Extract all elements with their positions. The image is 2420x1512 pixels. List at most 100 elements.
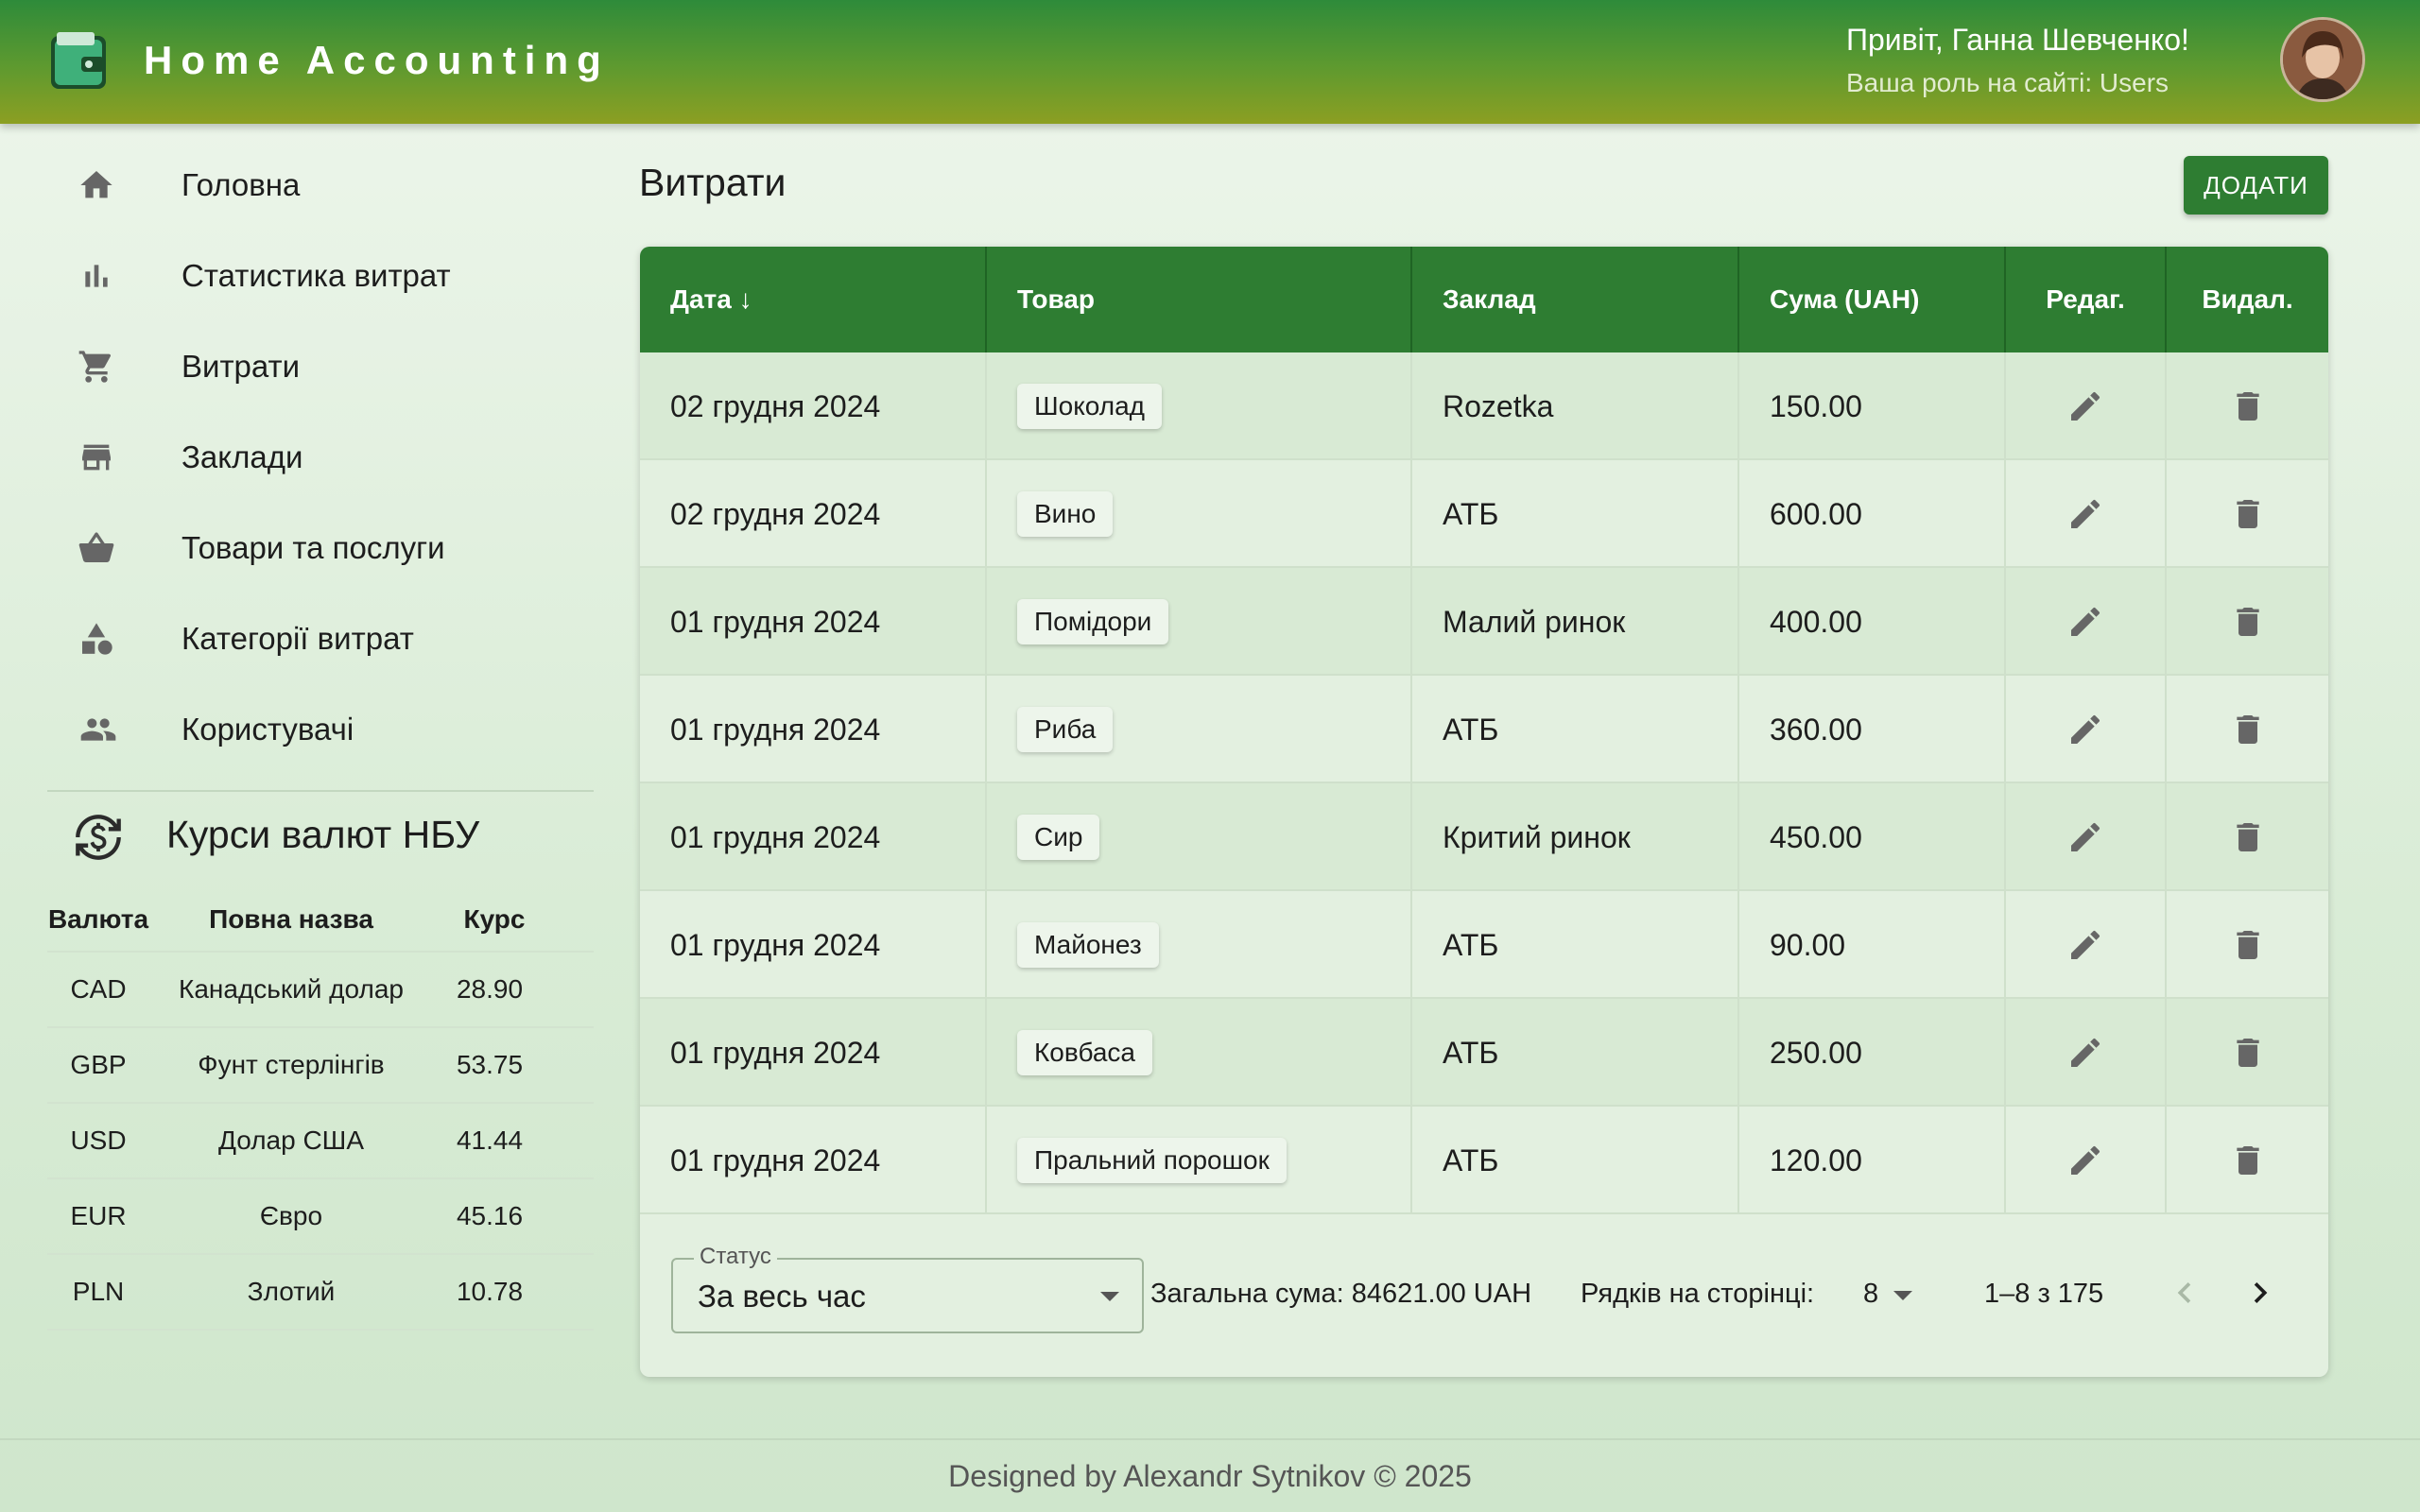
column-header-store[interactable]: Заклад xyxy=(1412,247,1739,352)
pencil-icon xyxy=(2071,391,2100,421)
cell-date: 02 грудня 2024 xyxy=(640,352,987,460)
trash-icon xyxy=(2236,931,2259,959)
item-chip[interactable]: Пральний порошок xyxy=(1017,1138,1287,1183)
sidebar-item-users[interactable]: Користувачі xyxy=(47,684,596,775)
previous-page-button[interactable] xyxy=(2164,1272,2205,1314)
add-button[interactable]: ДОДАТИ xyxy=(2184,156,2328,215)
cell-item: Помідори xyxy=(987,568,1412,676)
sidebar-item-label: Товари та послуги xyxy=(182,530,445,565)
dropdown-arrow-icon xyxy=(1100,1292,1119,1301)
rate-value: 53.75 xyxy=(456,1050,524,1079)
status-select[interactable]: Статус За весь час xyxy=(671,1244,1144,1333)
cell-date: 01 грудня 2024 xyxy=(640,1107,987,1214)
delete-button[interactable] xyxy=(2167,352,2328,460)
rate-name: Євро xyxy=(259,1201,323,1230)
rates-header-rate: Курс xyxy=(463,904,526,934)
rate-value: 28.90 xyxy=(456,974,524,1004)
column-header-sum[interactable]: Сума (UAH) xyxy=(1739,247,2006,352)
store-icon xyxy=(47,412,149,503)
rate-name: Долар США xyxy=(217,1125,365,1155)
cart-icon xyxy=(47,321,149,412)
item-chip[interactable]: Шоколад xyxy=(1017,384,1163,429)
next-page-button[interactable] xyxy=(2239,1272,2281,1314)
column-header-date[interactable]: Дата ↓ xyxy=(640,247,987,352)
cell-store: АТБ xyxy=(1412,460,1739,568)
delete-button[interactable] xyxy=(2167,460,2328,568)
cell-sum: 400.00 xyxy=(1739,568,2006,676)
edit-button[interactable] xyxy=(2006,568,2167,676)
cell-store: АТБ xyxy=(1412,1107,1739,1214)
edit-button[interactable] xyxy=(2006,999,2167,1107)
edit-button[interactable] xyxy=(2006,676,2167,783)
item-chip[interactable]: Риба xyxy=(1017,707,1114,752)
rate-code: PLN xyxy=(72,1277,125,1306)
sidebar-item-stores[interactable]: Заклади xyxy=(47,412,596,503)
item-chip[interactable]: Сир xyxy=(1017,815,1100,860)
sidebar-item-label: Категорії витрат xyxy=(182,621,414,656)
rate-code: CAD xyxy=(70,974,127,1004)
rate-code: GBP xyxy=(70,1050,127,1079)
cell-store: Малий ринок xyxy=(1412,568,1739,676)
sidebar-item-categories[interactable]: Категорії витрат xyxy=(47,593,596,684)
cell-sum: 120.00 xyxy=(1739,1107,2006,1214)
trash-icon xyxy=(2236,608,2259,636)
cell-item: Ковбаса xyxy=(987,999,1412,1107)
table-row: 01 грудня 2024 Риба АТБ 360.00 xyxy=(640,676,2328,783)
table-row: 01 грудня 2024 Пральний порошок АТБ 120.… xyxy=(640,1107,2328,1214)
rate-name: Канадський долар xyxy=(179,974,404,1004)
delete-button[interactable] xyxy=(2167,999,2328,1107)
edit-button[interactable] xyxy=(2006,352,2167,460)
avatar[interactable] xyxy=(2280,17,2365,102)
sidebar-item-home[interactable]: Головна xyxy=(47,140,596,231)
edit-button[interactable] xyxy=(2006,891,2167,999)
item-chip[interactable]: Вино xyxy=(1017,491,1114,537)
delete-button[interactable] xyxy=(2167,1107,2328,1214)
rate-code: USD xyxy=(70,1125,127,1155)
currency-exchange-icon xyxy=(74,813,123,862)
app-header: Home Accounting Привіт, Ганна Шевченко! … xyxy=(0,0,2420,124)
pagination-range: 1–8 з 175 xyxy=(1984,1279,2104,1309)
rate-name: Фунт стерлінгів xyxy=(198,1050,385,1079)
app-title[interactable]: Home Accounting xyxy=(144,38,610,83)
column-header-edit: Редаг. xyxy=(2006,247,2167,352)
edit-button[interactable] xyxy=(2006,783,2167,891)
page-title: Витрати xyxy=(639,161,786,204)
cell-date: 01 грудня 2024 xyxy=(640,676,987,783)
status-label: Статус xyxy=(694,1244,777,1270)
cell-date: 01 грудня 2024 xyxy=(640,999,987,1107)
cell-sum: 360.00 xyxy=(1739,676,2006,783)
column-header-item[interactable]: Товар xyxy=(987,247,1412,352)
sidebar-item-expenses[interactable]: Витрати xyxy=(47,321,596,412)
cell-item: Пральний порошок xyxy=(987,1107,1412,1214)
trash-icon xyxy=(2236,715,2259,744)
user-greeting: Привіт, Ганна Шевченко! xyxy=(1846,23,2189,57)
wallet-logo-icon[interactable] xyxy=(47,26,112,94)
cell-store: АТБ xyxy=(1412,999,1739,1107)
cell-date: 01 грудня 2024 xyxy=(640,568,987,676)
item-chip[interactable]: Майонез xyxy=(1017,922,1159,968)
cell-date: 01 грудня 2024 xyxy=(640,783,987,891)
rates-row: GBP Фунт стерлінгів 53.75 xyxy=(47,1028,594,1104)
delete-button[interactable] xyxy=(2167,783,2328,891)
edit-button[interactable] xyxy=(2006,460,2167,568)
delete-button[interactable] xyxy=(2167,891,2328,999)
item-chip[interactable]: Помідори xyxy=(1017,599,1169,644)
cell-store: АТБ xyxy=(1412,891,1739,999)
total-sum: Загальна сума: 84621.00 UAH xyxy=(1150,1279,1532,1309)
sidebar-item-statistics[interactable]: Статистика витрат xyxy=(47,231,596,321)
rates-row: USD Долар США 41.44 xyxy=(47,1104,594,1179)
rates-row: EUR Євро 45.16 xyxy=(47,1179,594,1255)
dropdown-arrow-icon[interactable] xyxy=(1893,1291,1912,1300)
pencil-icon xyxy=(2071,1145,2100,1175)
delete-button[interactable] xyxy=(2167,676,2328,783)
trash-icon xyxy=(2236,500,2259,528)
item-chip[interactable]: Ковбаса xyxy=(1017,1030,1152,1075)
delete-button[interactable] xyxy=(2167,568,2328,676)
cell-date: 01 грудня 2024 xyxy=(640,891,987,999)
trash-icon xyxy=(2236,392,2259,421)
cell-item: Риба xyxy=(987,676,1412,783)
table-row: 01 грудня 2024 Помідори Малий ринок 400.… xyxy=(640,568,2328,676)
edit-button[interactable] xyxy=(2006,1107,2167,1214)
pencil-icon xyxy=(2071,714,2100,744)
sidebar-item-goods[interactable]: Товари та послуги xyxy=(47,503,596,593)
